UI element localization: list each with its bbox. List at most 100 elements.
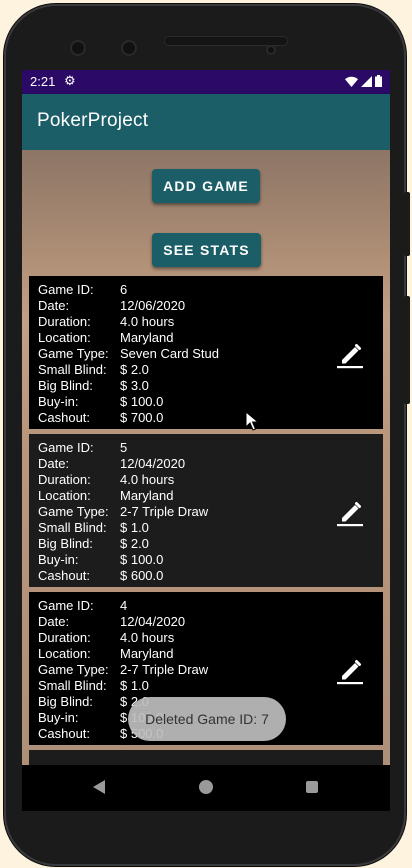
big-blind-row: Big Blind: $ 3.0 [38, 378, 149, 394]
mouse-cursor-icon [245, 411, 259, 431]
location-label: Location: [38, 646, 91, 661]
cashout-label: Cashout: [38, 568, 91, 583]
cashout-row: Cashout: $ 600.0 [38, 568, 163, 584]
buy-in-row: Buy-in: $ 100.0 [38, 394, 163, 410]
buy-in-row: Buy-in: $ 100.0 [38, 552, 163, 568]
add-game-button[interactable]: ADD GAME [152, 169, 260, 203]
gear-icon: ⚙ [64, 73, 76, 88]
small-blind-label: Small Blind: [38, 520, 107, 535]
wifi-icon [345, 76, 358, 87]
duration-row: Duration: 4.0 hours [38, 630, 174, 646]
small-blind-value: $ 1.0 [120, 520, 149, 535]
edit-icon[interactable] [335, 498, 365, 528]
battery-icon [375, 75, 382, 87]
date-label: Date: [38, 456, 70, 471]
cashout-label: Cashout: [38, 410, 91, 425]
big-blind-value: $ 2.0 [120, 536, 149, 551]
date-row: Date: 12/04/2020 [38, 456, 185, 472]
game-card[interactable]: Game ID: 6 Date: 12/06/2020 Duration: 4.0 h… [29, 276, 383, 429]
buy-in-value: $ 100.0 [120, 394, 164, 409]
small-blind-row: Small Blind: $ 2.0 [38, 362, 149, 378]
big-blind-label: Big Blind: [38, 378, 93, 393]
edit-icon[interactable] [335, 340, 365, 370]
buy-in-label: Buy-in: [38, 552, 79, 567]
screen: 2:21 ⚙ PokerProject ADD GAME SEE STATS G… [22, 70, 390, 765]
game-type-label: Game Type: [38, 662, 109, 677]
location-label: Location: [38, 488, 91, 503]
location-label: Location: [38, 330, 91, 345]
big-blind-label: Big Blind: [38, 536, 93, 551]
game-card-partial[interactable] [29, 750, 383, 765]
status-bar: 2:21 ⚙ [22, 70, 390, 94]
game-id-label: Game ID: [38, 440, 94, 455]
duration-value: 4.0 hours [120, 314, 175, 329]
location-row: Location: Maryland [38, 330, 173, 346]
recent-apps-icon[interactable] [306, 781, 318, 793]
small-blind-row: Small Blind: $ 1.0 [38, 678, 149, 694]
toast-message: Deleted Game ID: 7 [128, 697, 286, 741]
game-id-value: 5 [120, 440, 128, 455]
game-id-value: 6 [120, 282, 128, 297]
date-value: 12/06/2020 [120, 298, 186, 313]
buy-in-label: Buy-in: [38, 710, 79, 725]
home-icon[interactable] [199, 780, 213, 794]
edit-icon[interactable] [335, 656, 365, 686]
location-value: Maryland [120, 488, 174, 503]
small-blind-label: Small Blind: [38, 362, 107, 377]
cashout-value: $ 700.0 [120, 410, 164, 425]
cashout-value: $ 600.0 [120, 568, 164, 583]
date-label: Date: [38, 614, 70, 629]
cashout-row: Cashout: $ 700.0 [38, 410, 163, 426]
small-blind-value: $ 1.0 [120, 678, 149, 693]
game-id-label: Game ID: [38, 598, 94, 613]
duration-label: Duration: [38, 630, 91, 645]
status-time: 2:21 [30, 74, 56, 89]
date-value: 12/04/2020 [120, 614, 186, 629]
small-blind-row: Small Blind: $ 1.0 [38, 520, 149, 536]
duration-row: Duration: 4.0 hours [38, 314, 174, 330]
duration-label: Duration: [38, 314, 91, 329]
volume-button[interactable] [404, 296, 410, 404]
duration-value: 4.0 hours [120, 630, 175, 645]
see-stats-button[interactable]: SEE STATS [152, 233, 261, 267]
duration-value: 4.0 hours [120, 472, 175, 487]
back-icon[interactable] [93, 780, 105, 794]
game-type-row: Game Type: Seven Card Stud [38, 346, 219, 362]
date-row: Date: 12/04/2020 [38, 614, 185, 630]
game-type-label: Game Type: [38, 346, 109, 361]
buy-in-value: $ 100.0 [120, 552, 164, 567]
location-row: Location: Maryland [38, 646, 173, 662]
date-row: Date: 12/06/2020 [38, 298, 185, 314]
game-type-label: Game Type: [38, 504, 109, 519]
signal-icon [361, 75, 372, 87]
buy-in-label: Buy-in: [38, 394, 79, 409]
app-bar: PokerProject [22, 94, 390, 150]
game-type-row: Game Type: 2-7 Triple Draw [38, 662, 208, 678]
game-type-value: Seven Card Stud [120, 346, 220, 361]
duration-row: Duration: 4.0 hours [38, 472, 174, 488]
game-id-row: Game ID: 4 [38, 598, 127, 614]
date-value: 12/04/2020 [120, 456, 186, 471]
big-blind-row: Big Blind: $ 2.0 [38, 536, 149, 552]
front-sensor [121, 40, 137, 56]
content-background: ADD GAME SEE STATS Game ID: 6 Date: 12/06/… [22, 150, 390, 765]
front-camera [70, 40, 86, 56]
proximity-sensor [266, 45, 276, 55]
app-title: PokerProject [37, 110, 149, 131]
navigation-bar [22, 765, 390, 811]
location-value: Maryland [120, 646, 174, 661]
game-type-value: 2-7 Triple Draw [120, 504, 209, 519]
small-blind-value: $ 2.0 [120, 362, 149, 377]
game-card[interactable]: Game ID: 5 Date: 12/04/2020 Duration: 4.0 h… [29, 434, 383, 587]
big-blind-label: Big Blind: [38, 694, 93, 709]
location-row: Location: Maryland [38, 488, 173, 504]
small-blind-label: Small Blind: [38, 678, 107, 693]
game-id-label: Game ID: [38, 282, 94, 297]
game-type-row: Game Type: 2-7 Triple Draw [38, 504, 208, 520]
location-value: Maryland [120, 330, 174, 345]
power-button[interactable] [404, 192, 410, 256]
cashout-label: Cashout: [38, 726, 91, 741]
game-id-row: Game ID: 5 [38, 440, 127, 456]
big-blind-value: $ 3.0 [120, 378, 149, 393]
game-id-row: Game ID: 6 [38, 282, 127, 298]
